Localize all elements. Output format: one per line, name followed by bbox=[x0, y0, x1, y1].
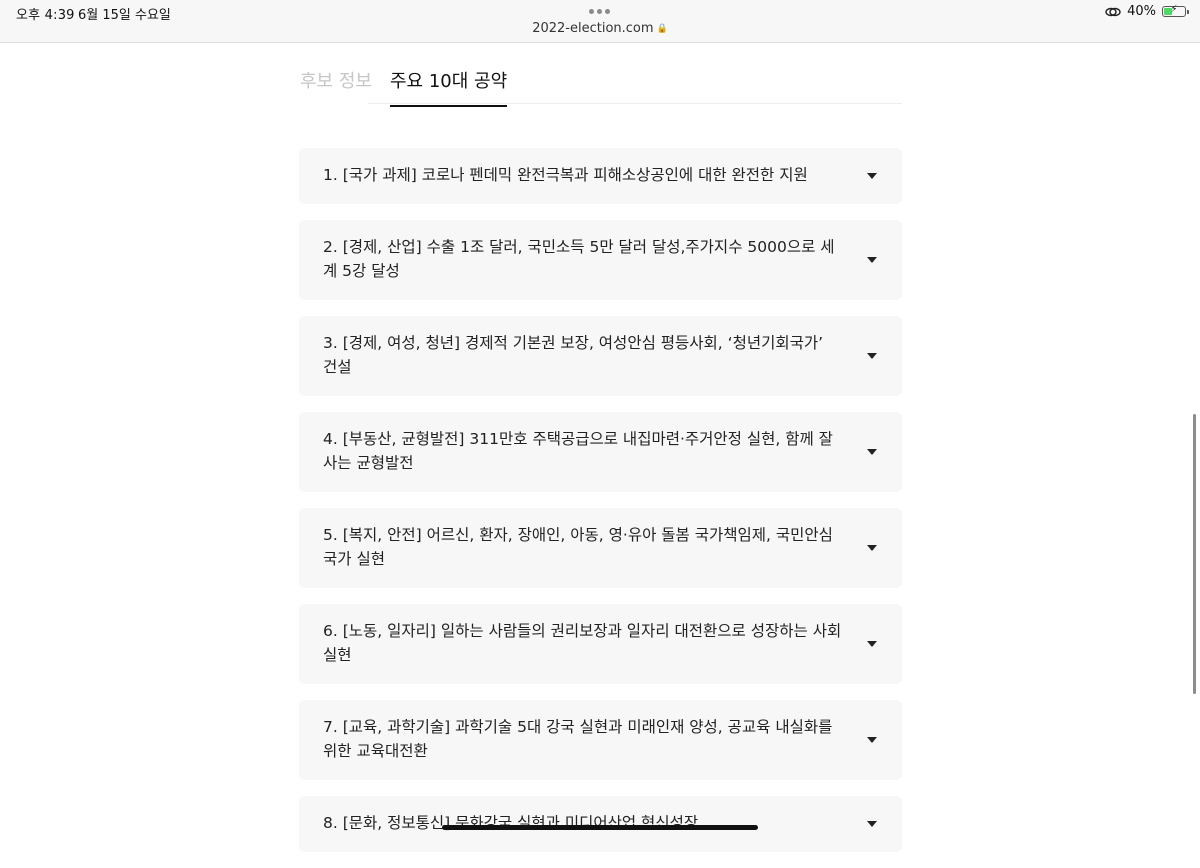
pledge-title: 7. [교육, 과학기술] 과학기술 5대 강국 실현과 미래인재 양성, 공교… bbox=[323, 718, 833, 760]
more-dots-icon[interactable] bbox=[589, 9, 610, 14]
pledge-title: 4. [부동산, 균형발전] 311만호 주택공급으로 내집마련·주거안정 실현… bbox=[323, 430, 833, 472]
lock-icon: 🔒 bbox=[656, 24, 668, 34]
home-indicator[interactable] bbox=[442, 825, 758, 830]
pledge-item-8[interactable]: 8. [문화, 정보통신] 문화강국 실현과 미디어산업 혁신성장 bbox=[299, 796, 902, 852]
tab-top-10-pledges[interactable]: 주요 10대 공약 bbox=[390, 67, 508, 107]
pledge-item-1[interactable]: 1. [국가 과제] 코로나 펜데믹 완전극복과 피해소상공인에 대한 완전한 … bbox=[299, 148, 902, 204]
url-text: 2022-election.com bbox=[532, 21, 654, 36]
battery-icon: ⚡ bbox=[1162, 4, 1189, 17]
pledge-list: 1. [국가 과제] 코로나 펜데믹 완전극복과 피해소상공인에 대한 완전한 … bbox=[299, 148, 902, 868]
scrollbar[interactable] bbox=[1193, 414, 1196, 694]
pledge-item-6[interactable]: 6. [노동, 일자리] 일하는 사람들의 권리보장과 일자리 대전환으로 성장… bbox=[299, 604, 902, 684]
pledge-title: 2. [경제, 산업] 수출 1조 달러, 국민소득 5만 달러 달성,주가지수… bbox=[323, 238, 835, 280]
pledge-item-3[interactable]: 3. [경제, 여성, 청년] 경제적 기본권 보장, 여성안심 평등사회, ‘… bbox=[299, 316, 902, 396]
pledge-title: 8. [문화, 정보통신] 문화강국 실현과 미디어산업 혁신성장 bbox=[323, 814, 699, 832]
status-bar: 오후 4:39 6월 15일 수요일 2022-election.com 🔒 40… bbox=[0, 0, 1200, 43]
pledge-title: 6. [노동, 일자리] 일하는 사람들의 권리보장과 일자리 대전환으로 성장… bbox=[323, 622, 842, 664]
caret-down-icon[interactable] bbox=[867, 821, 877, 827]
tab-candidate-info[interactable]: 후보 정보 bbox=[300, 67, 372, 93]
caret-down-icon[interactable] bbox=[867, 545, 877, 551]
pledge-title: 5. [복지, 안전] 어르신, 환자, 장애인, 아동, 영·유아 돌봄 국가… bbox=[323, 526, 833, 568]
caret-down-icon[interactable] bbox=[867, 173, 877, 179]
address-bar[interactable]: 2022-election.com 🔒 bbox=[0, 21, 1200, 36]
battery-percent: 40% bbox=[1127, 4, 1156, 19]
charging-bolt-icon: ⚡ bbox=[1170, 4, 1178, 15]
pledge-item-2[interactable]: 2. [경제, 산업] 수출 1조 달러, 국민소득 5만 달러 달성,주가지수… bbox=[299, 220, 902, 300]
caret-down-icon[interactable] bbox=[867, 353, 877, 359]
tab-bar: 후보 정보 주요 10대 공약 bbox=[300, 62, 902, 107]
caret-down-icon[interactable] bbox=[867, 449, 877, 455]
caret-down-icon[interactable] bbox=[867, 641, 877, 647]
pledge-title: 1. [국가 과제] 코로나 펜데믹 완전극복과 피해소상공인에 대한 완전한 … bbox=[323, 166, 808, 184]
pledge-title: 3. [경제, 여성, 청년] 경제적 기본권 보장, 여성안심 평등사회, ‘… bbox=[323, 334, 824, 376]
status-indicators: 40% ⚡ bbox=[1105, 4, 1189, 19]
caret-down-icon[interactable] bbox=[867, 257, 877, 263]
pledge-item-5[interactable]: 5. [복지, 안전] 어르신, 환자, 장애인, 아동, 영·유아 돌봄 국가… bbox=[299, 508, 902, 588]
pledge-item-4[interactable]: 4. [부동산, 균형발전] 311만호 주택공급으로 내집마련·주거안정 실현… bbox=[299, 412, 902, 492]
tab-divider bbox=[368, 103, 902, 104]
pledge-item-7[interactable]: 7. [교육, 과학기술] 과학기술 5대 강국 실현과 미래인재 양성, 공교… bbox=[299, 700, 902, 780]
hotspot-icon bbox=[1105, 7, 1121, 16]
caret-down-icon[interactable] bbox=[867, 737, 877, 743]
